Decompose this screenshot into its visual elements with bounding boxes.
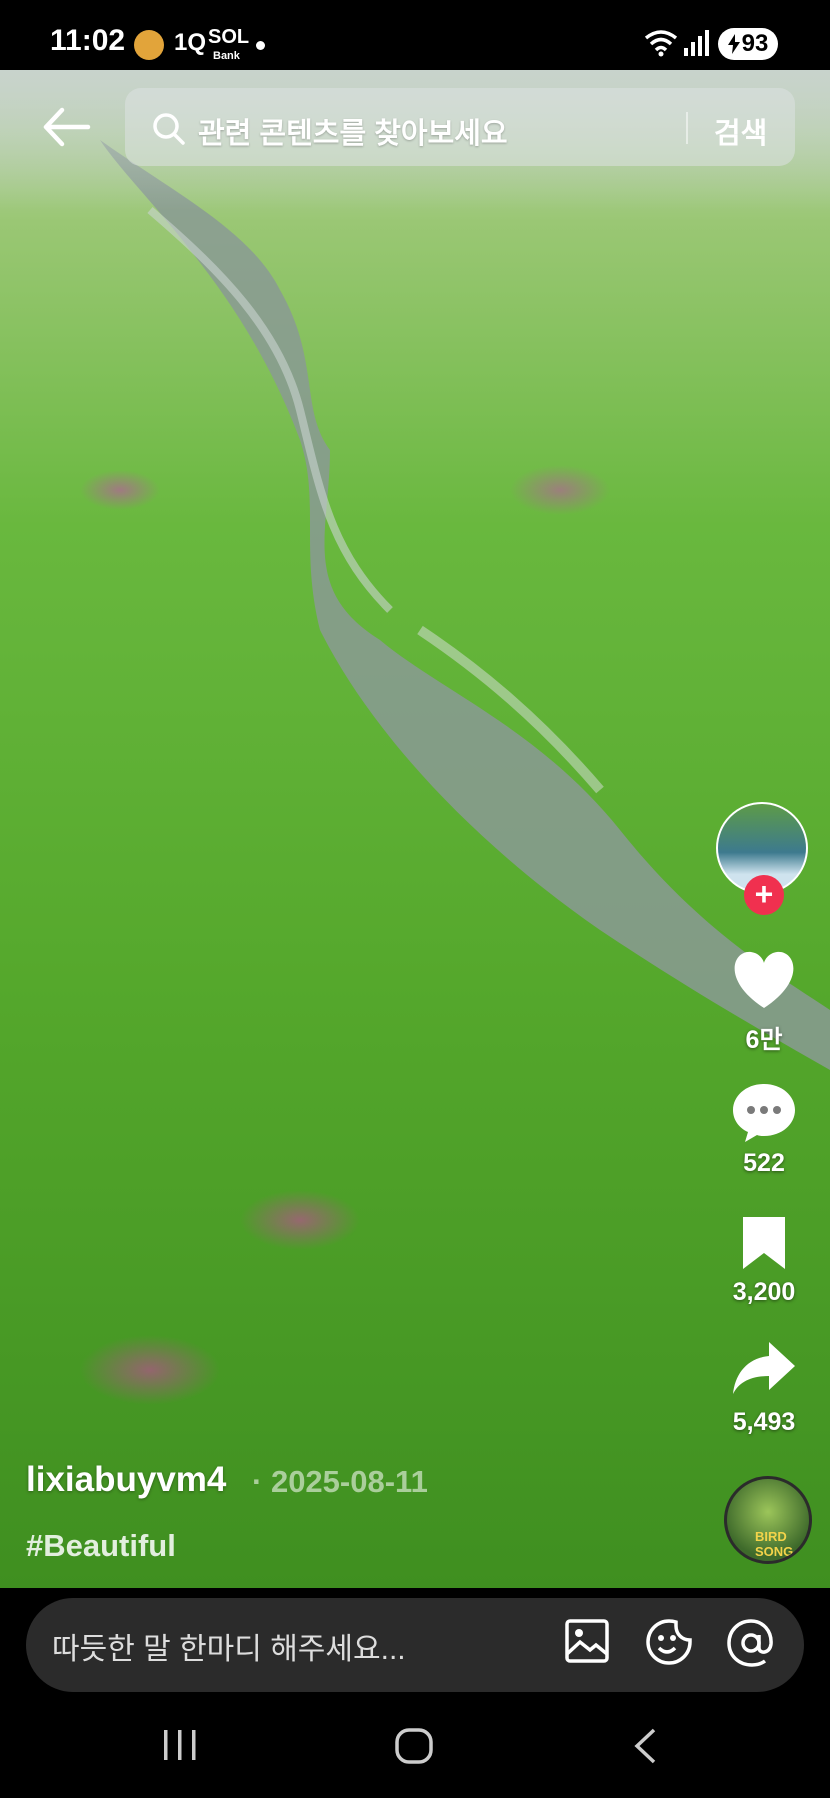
date-value: 2025-08-11: [270, 1464, 428, 1499]
charging-icon: [727, 34, 740, 54]
video-player[interactable]: [0, 70, 830, 1588]
notification-app-icon: [134, 30, 164, 60]
comment-button[interactable]: [726, 1082, 802, 1144]
save-button[interactable]: [726, 1215, 802, 1271]
recent-apps-icon[interactable]: [162, 1727, 198, 1763]
save-count: 3,200: [732, 1278, 796, 1306]
comment-count: 522: [743, 1149, 785, 1177]
back-nav-icon[interactable]: [632, 1727, 658, 1765]
date-separator: ·: [252, 1464, 263, 1499]
share-button[interactable]: [726, 1340, 802, 1398]
battery-indicator: 93: [718, 28, 778, 60]
emoji-icon[interactable]: [644, 1618, 694, 1666]
status-time: 11:02: [50, 24, 126, 57]
music-disc[interactable]: BIRD SONG: [724, 1476, 812, 1564]
notification-1q-icon: 1Q: [174, 29, 207, 56]
share-count: 5,493: [732, 1408, 796, 1436]
heart-icon: [734, 951, 794, 1008]
notification-dot-icon: [256, 41, 265, 50]
search-input[interactable]: 관련 콘텐츠를 찾아보세요: [198, 110, 508, 152]
home-icon[interactable]: [394, 1727, 434, 1765]
search-icon: [153, 113, 185, 145]
bookmark-icon: [743, 1217, 785, 1269]
back-arrow-icon[interactable]: [38, 102, 94, 152]
author-name[interactable]: lixiabuyvm4: [26, 1460, 226, 1500]
hashtag[interactable]: #Beautiful: [26, 1528, 176, 1564]
notification-sol-icon: SOL: [208, 26, 250, 48]
image-icon[interactable]: [564, 1618, 610, 1664]
battery-level: 93: [741, 30, 769, 57]
mention-icon[interactable]: [726, 1618, 776, 1668]
notification-bank-label: Bank: [213, 50, 240, 62]
post-date: · 2025-08-11: [252, 1464, 428, 1500]
like-button[interactable]: [726, 950, 802, 1010]
search-button[interactable]: 검색: [714, 110, 767, 152]
search-divider: [686, 112, 688, 144]
wifi-icon: [644, 30, 678, 57]
status-bar: 11:02 1Q SOL Bank 93: [0, 0, 830, 70]
share-icon: [733, 1342, 795, 1394]
follow-button[interactable]: +: [744, 875, 784, 915]
signal-icon: [684, 30, 709, 56]
comment-icon: [733, 1084, 795, 1142]
like-count: 6만: [745, 1026, 783, 1054]
music-disc-label: BIRD SONG: [755, 1529, 794, 1559]
video-frame: [100, 140, 830, 1070]
comment-input[interactable]: 따듯한 말 한마디 해주세요...: [52, 1624, 406, 1668]
